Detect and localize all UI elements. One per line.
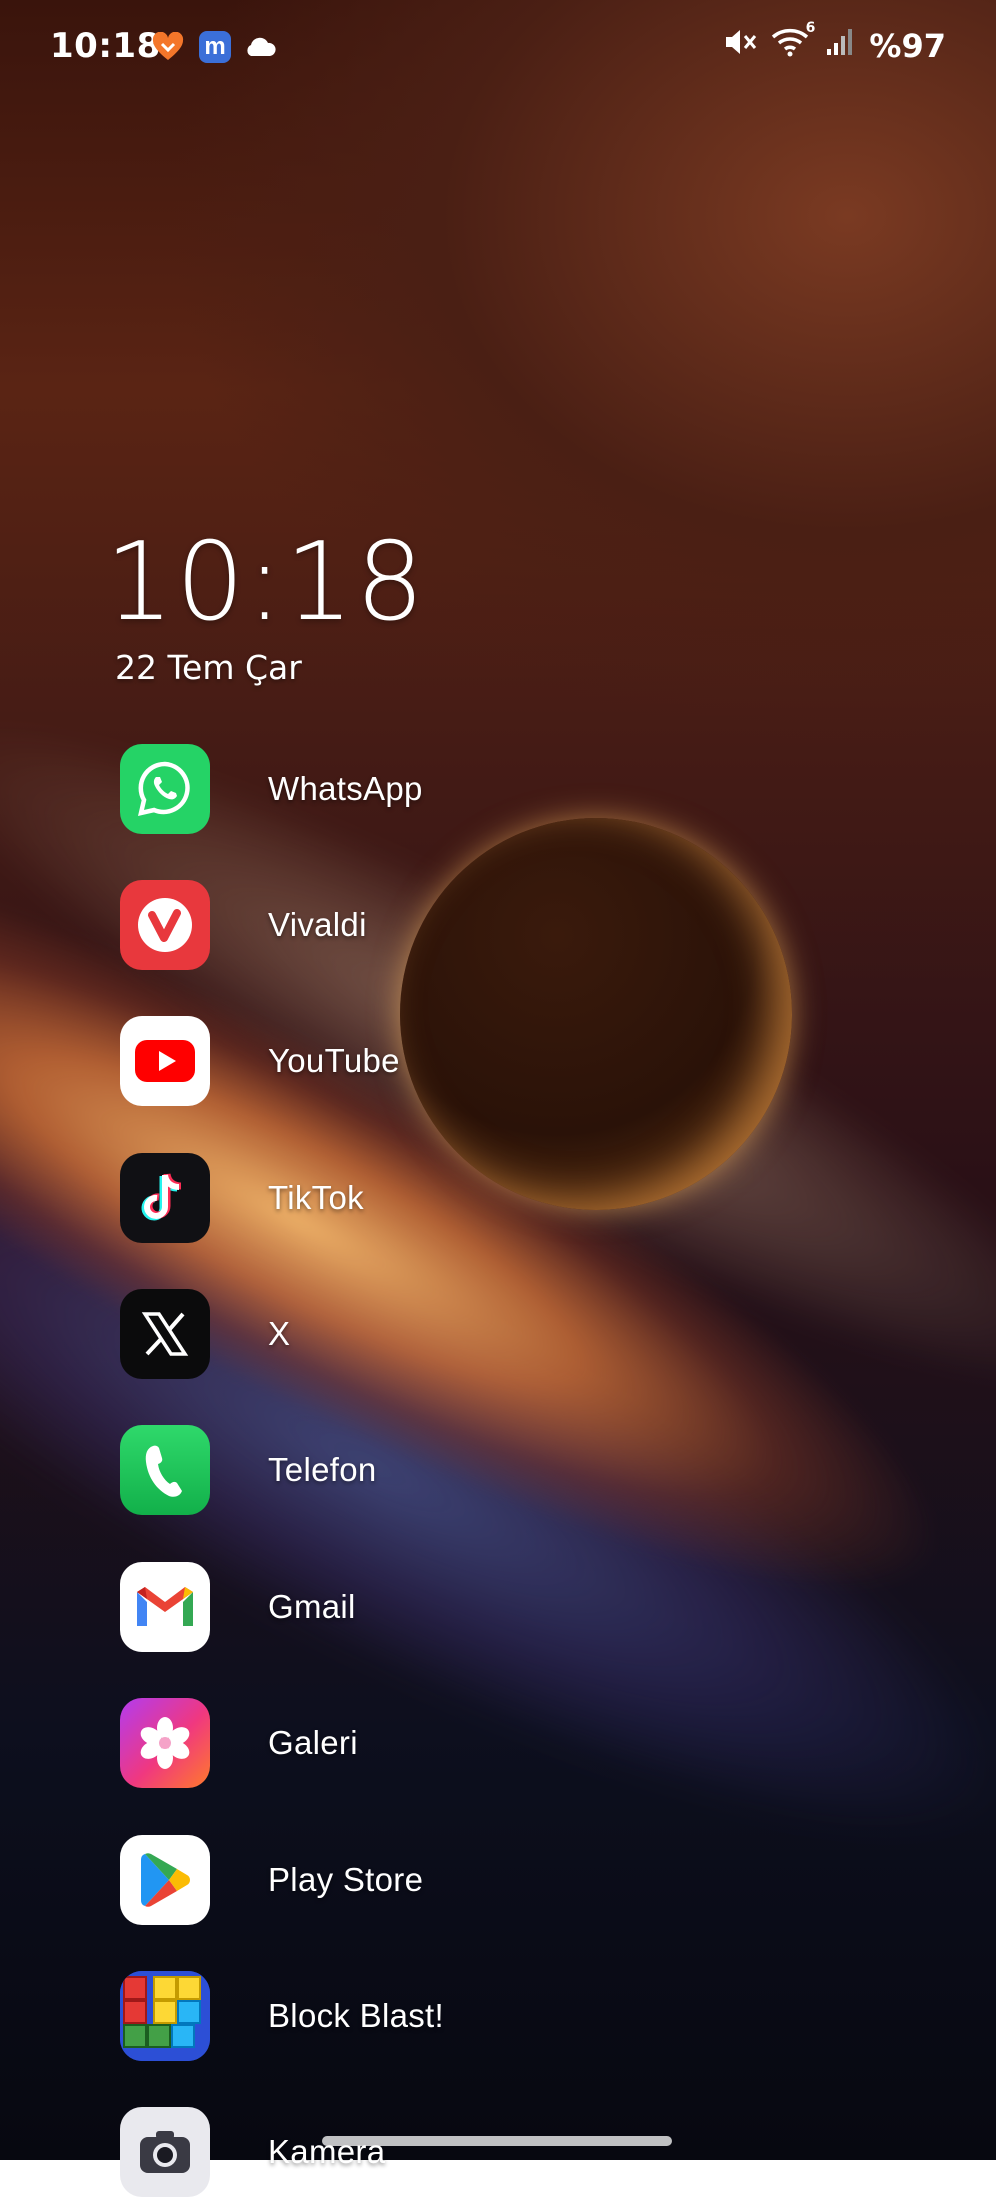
app-whatsapp[interactable]: WhatsApp [120, 743, 760, 835]
app-kamera[interactable]: Kamera [120, 2106, 760, 2198]
play-store-icon [120, 1835, 210, 1925]
app-label: Telefon [268, 1451, 377, 1488]
app-label: YouTube [268, 1042, 400, 1079]
battery-text: %97 [869, 27, 946, 65]
status-time: 10:18 [50, 26, 161, 66]
app-x[interactable]: X [120, 1288, 760, 1380]
status-right-group: 6 %97 [723, 20, 946, 66]
youtube-icon [120, 1016, 210, 1106]
status-bar: 10:18 m 6 %97 [0, 0, 996, 96]
heart-app-icon [150, 30, 186, 64]
vivaldi-icon [120, 880, 210, 970]
tiktok-icon [120, 1153, 210, 1243]
x-icon [120, 1289, 210, 1379]
clock-widget-date[interactable]: 22 Tem Çar [115, 648, 302, 687]
wifi-badge: 6 [805, 20, 816, 36]
app-label: Galeri [268, 1724, 358, 1761]
app-tiktok[interactable]: TikTok [120, 1152, 760, 1244]
app-play-store[interactable]: Play Store [120, 1834, 760, 1926]
app-label: X [268, 1315, 291, 1352]
gmail-icon [120, 1562, 210, 1652]
app-label: Play Store [268, 1861, 424, 1898]
app-label: WhatsApp [268, 770, 423, 807]
signal-icon [825, 27, 855, 65]
block-blast-icon [120, 1971, 210, 2061]
clock-widget-time[interactable]: 10:18 [105, 520, 426, 645]
app-youtube[interactable]: YouTube [120, 1015, 760, 1107]
app-label: Block Blast! [268, 1997, 444, 2034]
cloud-icon [242, 30, 278, 64]
app-telefon[interactable]: Telefon [120, 1424, 760, 1516]
gallery-icon [120, 1698, 210, 1788]
app-label: TikTok [268, 1179, 364, 1216]
app-block-blast[interactable]: Block Blast! [120, 1970, 760, 2062]
gesture-navigation-bar[interactable] [322, 2136, 672, 2146]
mute-icon [723, 26, 757, 66]
m-app-icon: m [198, 30, 232, 64]
app-vivaldi[interactable]: Vivaldi [120, 879, 760, 971]
wifi-icon: 6 [771, 20, 815, 66]
app-label: Gmail [268, 1588, 356, 1625]
app-galeri[interactable]: Galeri [120, 1697, 760, 1789]
whatsapp-icon [120, 744, 210, 834]
phone-icon [120, 1425, 210, 1515]
app-gmail[interactable]: Gmail [120, 1561, 760, 1653]
app-label: Vivaldi [268, 906, 367, 943]
camera-icon [120, 2107, 210, 2197]
